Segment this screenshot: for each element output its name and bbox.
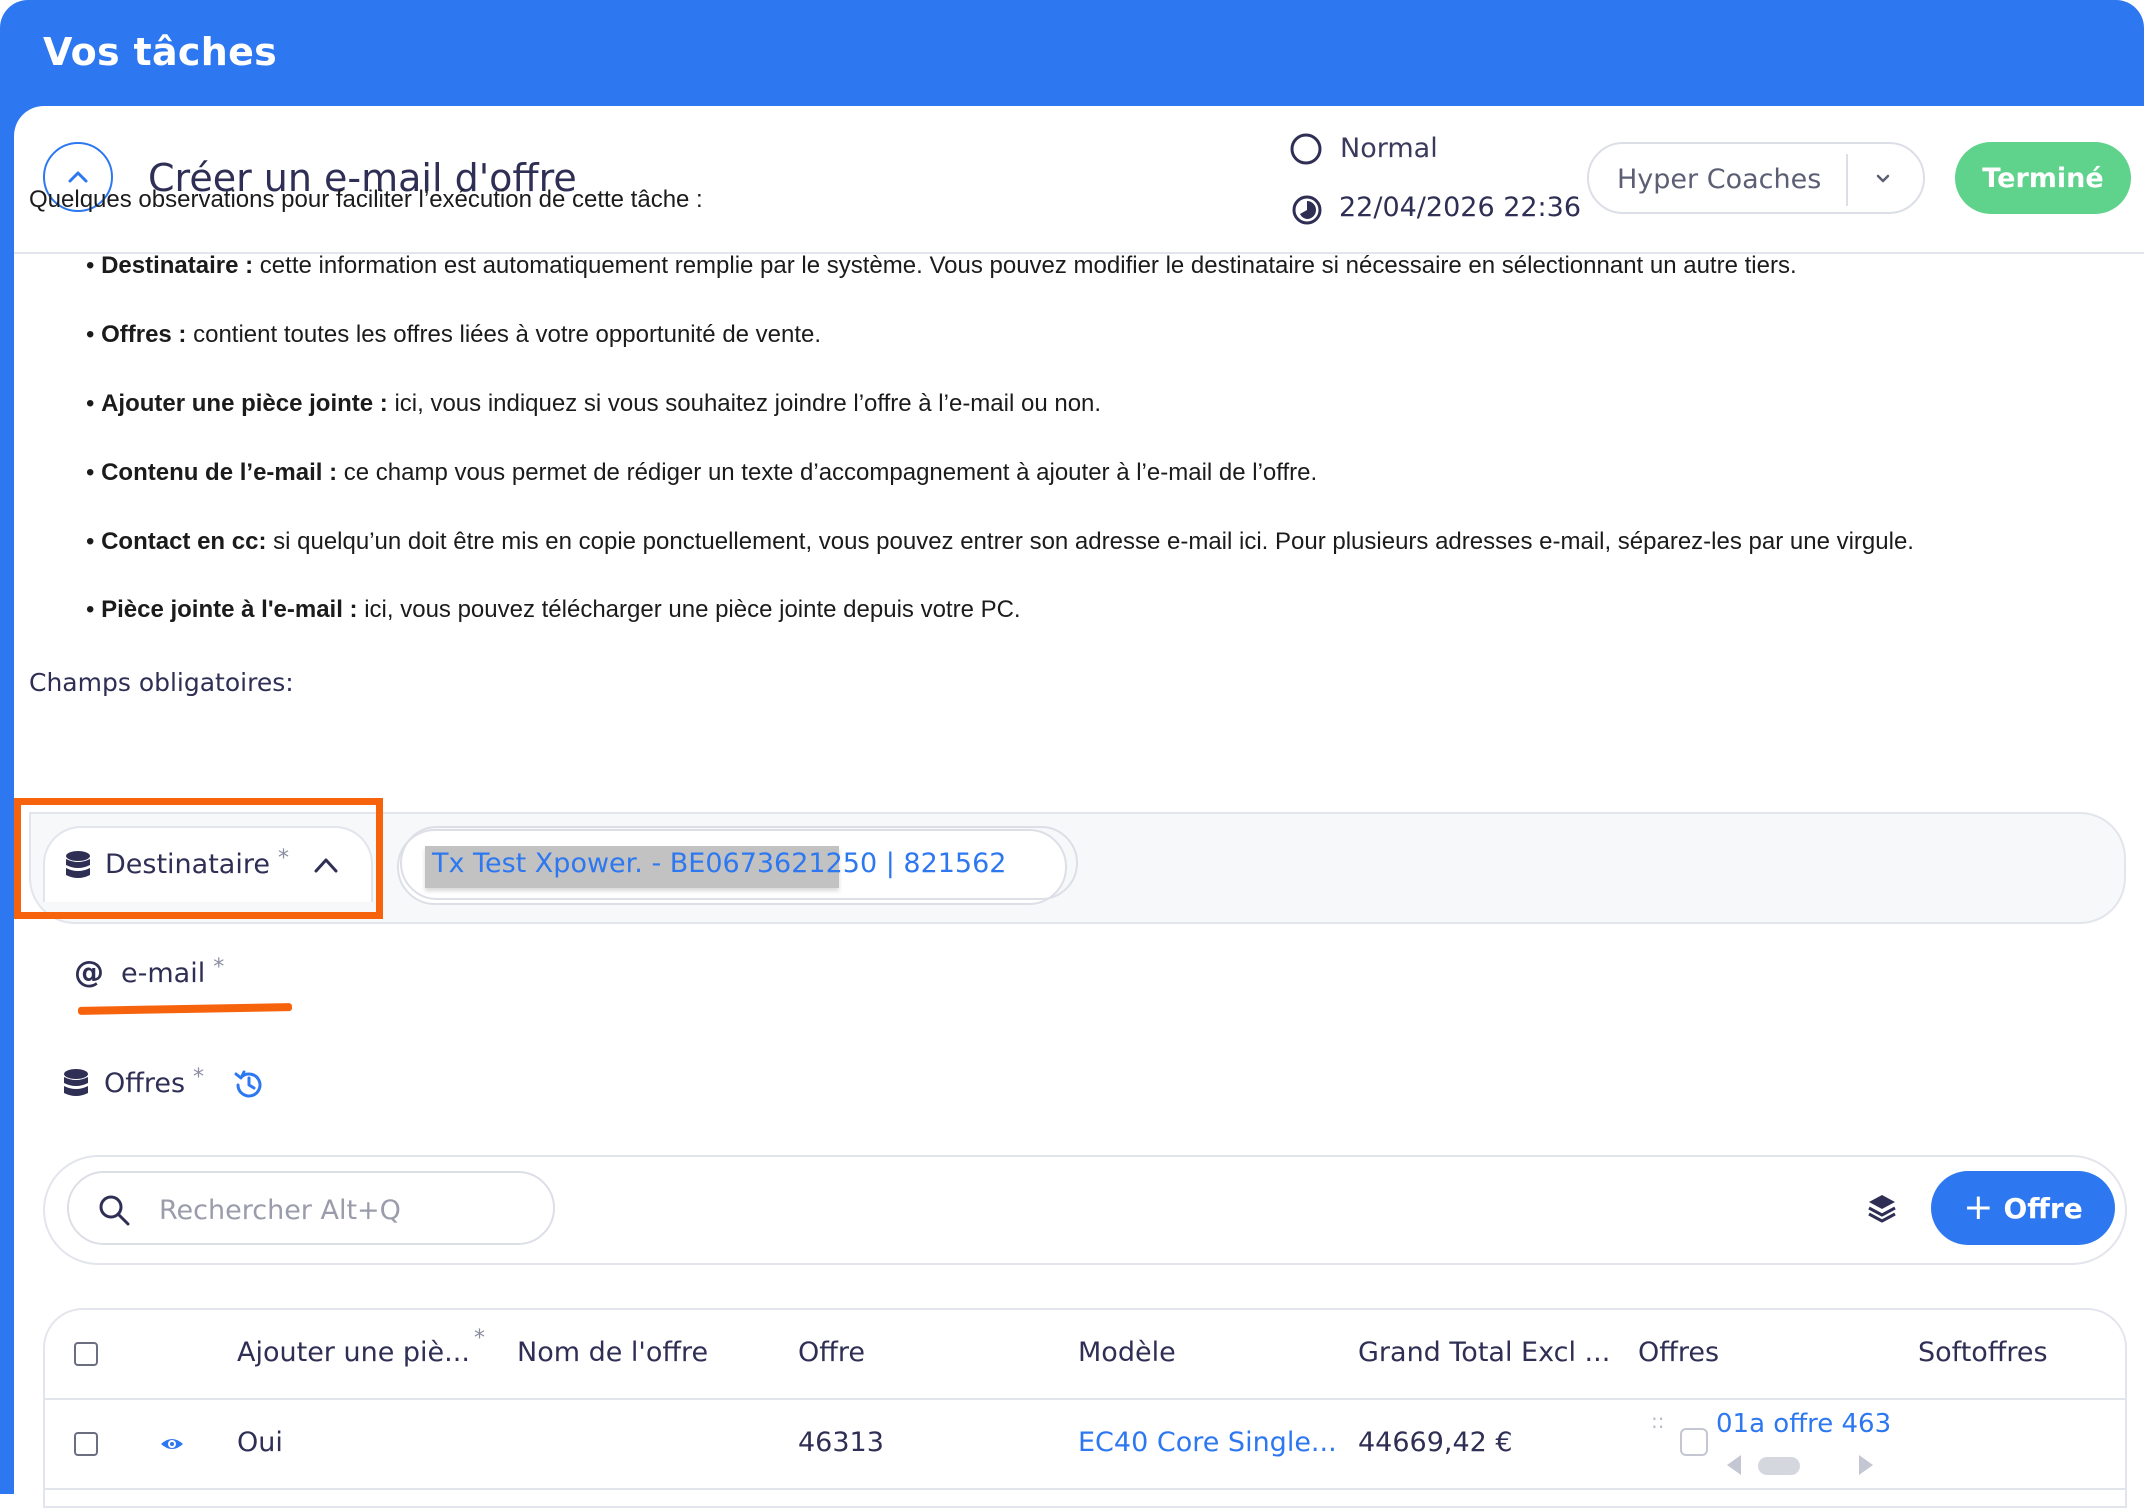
- column-header-offer[interactable]: Offre: [798, 1337, 865, 1368]
- add-offer-label: Offre: [2003, 1191, 2083, 1225]
- circle-outline-icon: [1290, 133, 1322, 165]
- task-header: Créer un e-mail d'offre Normal 22/04/202…: [14, 106, 2144, 254]
- scroll-right-icon[interactable]: [1859, 1455, 1873, 1475]
- offer-item-checkbox[interactable]: [1680, 1428, 1708, 1456]
- instruction-item-offers: • Offres : contient toutes les offres li…: [86, 321, 822, 348]
- drag-handle-icon[interactable]: ::: [1651, 1409, 1664, 1433]
- table-header-divider: [43, 1398, 2127, 1400]
- required-marker: *: [474, 1326, 485, 1351]
- offers-label: Offres *: [104, 1065, 205, 1099]
- task-card: Créer un e-mail d'offre Normal 22/04/202…: [14, 106, 2144, 1494]
- cell-attach: Oui: [237, 1427, 283, 1458]
- column-header-model[interactable]: Modèle: [1078, 1337, 1176, 1368]
- instruction-item-attachment: • Ajouter une pièce jointe : ici, vous i…: [86, 390, 1102, 417]
- column-header-offers[interactable]: Offres: [1638, 1337, 1719, 1368]
- recipient-label: Destinataire *: [105, 846, 289, 880]
- plus-icon: +: [1963, 1187, 1994, 1228]
- instruction-item-content: • Contenu de l’e-mail : ce champ vous pe…: [86, 459, 1318, 486]
- column-header-softoffres[interactable]: Softoffres: [1918, 1337, 2048, 1368]
- cell-grand-total: 44669,42 €: [1358, 1427, 1513, 1458]
- clock-half-icon: [1292, 195, 1322, 225]
- chevron-up-icon: [68, 171, 88, 183]
- recipient-field[interactable]: Tx Test Xpower. - BE0673621250 | 821562: [400, 826, 1078, 900]
- page-title: Vos tâches: [43, 30, 278, 74]
- assignee-value: Hyper Coaches: [1617, 164, 1822, 195]
- select-divider: [1846, 154, 1848, 206]
- recipient-toggle[interactable]: Destinataire *: [43, 826, 373, 902]
- column-header-offer-name[interactable]: Nom de l'offre: [517, 1337, 708, 1368]
- layers-icon[interactable]: [1866, 1192, 1898, 1224]
- column-header-attach[interactable]: Ajouter une piè...: [237, 1337, 470, 1368]
- instruction-item-cc: • Contact en cc: si quelqu’un doit être …: [86, 528, 1914, 555]
- required-fields-heading: Champs obligatoires:: [29, 668, 294, 697]
- search-icon: [99, 1195, 130, 1226]
- assignee-select[interactable]: Hyper Coaches: [1587, 142, 1925, 214]
- cell-model-link[interactable]: EC40 Core Single...: [1078, 1427, 1337, 1458]
- column-header-grand-total[interactable]: Grand Total Excl ...: [1358, 1337, 1610, 1368]
- select-all-checkbox[interactable]: [74, 1342, 98, 1366]
- row-checkbox[interactable]: [74, 1432, 98, 1456]
- instruction-item-recipient: • Destinataire : cette information est a…: [86, 252, 1797, 279]
- email-label: e-mail *: [121, 955, 225, 989]
- at-icon: @: [74, 955, 104, 990]
- recipient-value[interactable]: Tx Test Xpower. - BE0673621250 | 821562: [432, 848, 1006, 879]
- add-offer-button[interactable]: + Offre: [1931, 1171, 2115, 1245]
- chevron-down-icon: [1876, 174, 1890, 183]
- search-box[interactable]: [67, 1171, 555, 1245]
- chevron-up-icon: [314, 858, 338, 873]
- history-icon[interactable]: [232, 1068, 266, 1102]
- instructions-intro: Quelques observations pour faciliter l’e…: [29, 186, 703, 213]
- cell-offer: 46313: [798, 1427, 884, 1458]
- due-date: 22/04/2026 22:36: [1339, 192, 1582, 223]
- table-row-divider: [43, 1488, 2127, 1490]
- database-icon: [66, 851, 90, 878]
- search-input[interactable]: [157, 1187, 541, 1233]
- eye-icon[interactable]: [159, 1431, 185, 1457]
- mini-scrollbar-thumb[interactable]: [1758, 1457, 1800, 1475]
- database-icon: [64, 1069, 88, 1096]
- instruction-item-upload: • Pièce jointe à l'e-mail : ici, vous po…: [86, 596, 1021, 623]
- scroll-left-icon[interactable]: [1727, 1455, 1741, 1475]
- offer-item-link[interactable]: 01a offre 46313: [1716, 1409, 1890, 1439]
- priority-label: Normal: [1340, 133, 1438, 164]
- done-button[interactable]: Terminé: [1955, 142, 2131, 214]
